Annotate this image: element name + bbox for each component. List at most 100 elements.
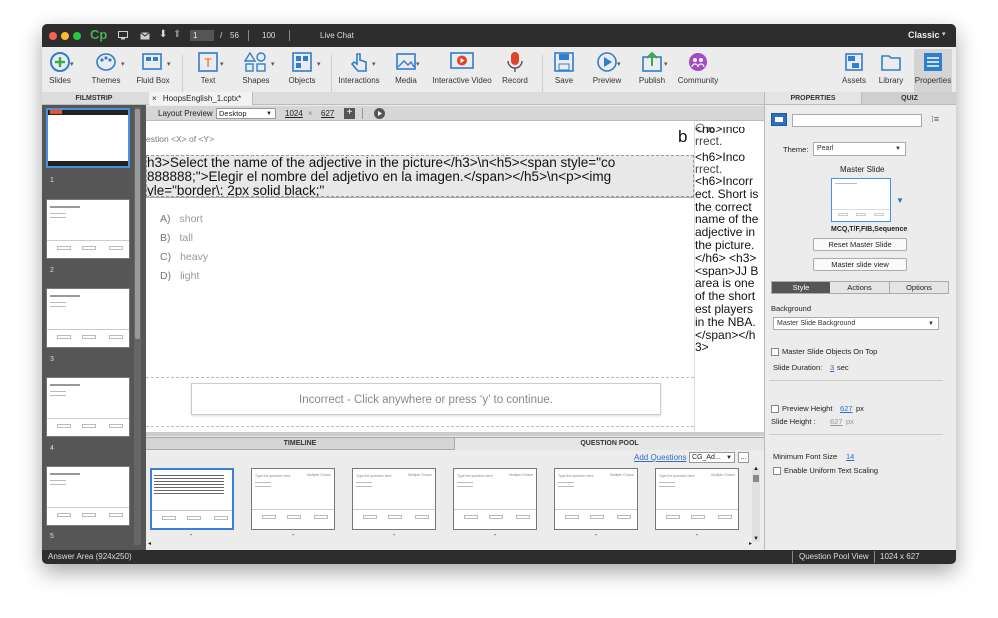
chevron-down-icon[interactable]: ▾	[167, 60, 171, 68]
divider	[248, 30, 249, 41]
previous-slide-icon[interactable]: ⬆	[173, 29, 181, 40]
interactive-video-label: Interactive Video	[432, 76, 492, 85]
answer-option[interactable]: D) light	[160, 270, 199, 282]
question-text-box[interactable]: h3>Select the name of the adjective in t…	[146, 155, 694, 197]
theme-select[interactable]: Pearl ▼	[813, 142, 906, 156]
text-button[interactable]: T Text	[192, 51, 224, 85]
media-button[interactable]: Media	[388, 51, 424, 85]
question-thumbnail[interactable]: Type the question here Multiple Choice	[453, 468, 537, 530]
divider	[874, 551, 875, 563]
tab-actions[interactable]: Actions	[830, 282, 890, 293]
chevron-down-icon[interactable]: ▾	[220, 60, 224, 68]
tab-quiz[interactable]: QUIZ	[861, 92, 956, 105]
tab-properties[interactable]: PROPERTIES	[765, 92, 861, 105]
chevron-down-icon[interactable]: ▾	[271, 60, 275, 68]
fluid-box-button[interactable]: Fluid Box	[136, 51, 170, 85]
background-label: Background	[771, 304, 812, 313]
next-slide-icon[interactable]: ⬇	[159, 29, 167, 40]
question-thumbnail[interactable]: Type the question here Multiple Choice	[655, 468, 739, 530]
record-button[interactable]: Record	[500, 51, 530, 85]
reset-master-slide-button[interactable]: Reset Master Slide	[813, 238, 907, 251]
slide-thumbnail[interactable]	[46, 377, 130, 437]
master-objects-checkbox[interactable]	[771, 348, 779, 356]
object-name-input[interactable]	[792, 114, 922, 127]
zoom-level[interactable]: 100	[262, 31, 275, 40]
chevron-down-icon[interactable]: ▾	[416, 60, 420, 68]
mail-icon[interactable]	[140, 32, 150, 40]
chevron-down-icon[interactable]: ▾	[121, 60, 125, 68]
slides-button[interactable]: Slides	[47, 51, 73, 85]
objects-button[interactable]: Objects	[284, 51, 320, 85]
slide-thumbnail[interactable]	[46, 288, 130, 348]
play-preview-icon[interactable]	[374, 108, 385, 119]
chevron-down-icon[interactable]: ▾	[317, 60, 321, 68]
slide-number-input[interactable]: 1	[190, 30, 214, 41]
master-slide-dropdown-icon[interactable]: ▼	[896, 196, 904, 205]
publish-button[interactable]: Publish	[635, 51, 669, 85]
live-chat-link[interactable]: Live Chat	[320, 31, 354, 40]
tab-options[interactable]: Options	[890, 282, 948, 293]
document-tab[interactable]: × HoopsEnglish_1.cptx*	[149, 92, 253, 105]
preview-height-value[interactable]: 627	[321, 109, 334, 118]
close-window-icon[interactable]	[49, 32, 57, 40]
tab-question-pool[interactable]: QUESTION POOL	[455, 438, 764, 450]
maximize-window-icon[interactable]	[73, 32, 81, 40]
interactions-button[interactable]: Interactions	[337, 51, 381, 85]
preview-button[interactable]: Preview	[590, 51, 624, 85]
fluid-box-label: Fluid Box	[136, 76, 170, 85]
list-options-icon[interactable]: ⁝≡	[931, 114, 939, 125]
slide-thumbnail[interactable]	[46, 108, 130, 168]
master-slide-thumbnail[interactable]	[831, 178, 891, 222]
chevron-down-icon[interactable]: ▾	[617, 60, 621, 68]
add-breakpoint-icon[interactable]: +	[344, 108, 355, 119]
community-button[interactable]: Community	[676, 51, 720, 85]
slide-thumbnail[interactable]	[46, 199, 130, 259]
question-thumbnail[interactable]: Type the question here Multiple Choice	[251, 468, 335, 530]
device-select[interactable]: Desktop ▼	[216, 108, 276, 119]
save-button[interactable]: Save	[550, 51, 578, 85]
slide-duration-value[interactable]: 3	[830, 363, 834, 372]
tab-style[interactable]: Style	[772, 282, 830, 293]
chevron-down-icon[interactable]: ▾	[70, 60, 74, 68]
answer-option[interactable]: C) heavy	[160, 251, 208, 263]
filmstrip-scrollbar[interactable]	[134, 107, 141, 545]
answer-letter: B)	[160, 232, 171, 244]
thumbnail-title: Type the question here	[255, 474, 291, 478]
master-slide-view-button[interactable]: Master slide view	[813, 258, 907, 271]
min-font-size-value[interactable]: 14	[846, 452, 854, 461]
preview-height-value[interactable]: 627	[840, 404, 853, 413]
preview-height-checkbox[interactable]	[771, 405, 779, 413]
minimize-window-icon[interactable]	[61, 32, 69, 40]
question-thumbnail[interactable]: Type the question here Multiple Choice	[554, 468, 638, 530]
workspace-switcher[interactable]: Classic	[908, 30, 940, 40]
save-icon	[554, 52, 574, 72]
uniform-scaling-checkbox[interactable]	[773, 467, 781, 475]
preview-width-value[interactable]: 1024	[285, 109, 303, 118]
theme-select-value: Pearl	[817, 145, 834, 152]
screen-icon[interactable]	[118, 31, 128, 40]
captivate-logo: Cp	[90, 27, 108, 42]
background-select[interactable]: Master Slide Background ▼	[773, 317, 939, 330]
assets-button[interactable]: Assets	[840, 51, 868, 85]
thumbnail-label: -	[190, 532, 193, 539]
chevron-down-icon[interactable]: ▾	[942, 30, 946, 38]
chevron-down-icon[interactable]: ▾	[664, 60, 668, 68]
themes-button[interactable]: Themes	[90, 51, 122, 85]
slide-thumbnail[interactable]	[46, 466, 130, 526]
shapes-button[interactable]: Shapes	[238, 51, 274, 85]
stage-horizontal-scrollbar[interactable]	[146, 432, 764, 436]
question-thumbnail[interactable]: Type the question here Multiple Choice	[352, 468, 436, 530]
interactive-video-button[interactable]: Interactive Video	[430, 51, 494, 85]
close-tab-icon[interactable]: ×	[152, 94, 157, 103]
incorrect-feedback-caption[interactable]: Incorrect - Click anywhere or press ‘y’ …	[191, 383, 661, 415]
library-icon	[881, 55, 901, 71]
chevron-down-icon[interactable]: ▾	[372, 60, 376, 68]
answer-option[interactable]: A) short	[160, 213, 203, 225]
library-button[interactable]: Library	[876, 51, 906, 85]
incorrect-feedback-text[interactable]: <h6>Incorrect. Short is the correct name…	[695, 175, 759, 435]
question-thumbnail[interactable]	[150, 468, 234, 530]
shapes-label: Shapes	[242, 76, 270, 85]
answer-option[interactable]: B) tall	[160, 232, 193, 244]
add-slide-icon	[50, 52, 70, 72]
tab-timeline[interactable]: TIMELINE	[146, 438, 455, 450]
